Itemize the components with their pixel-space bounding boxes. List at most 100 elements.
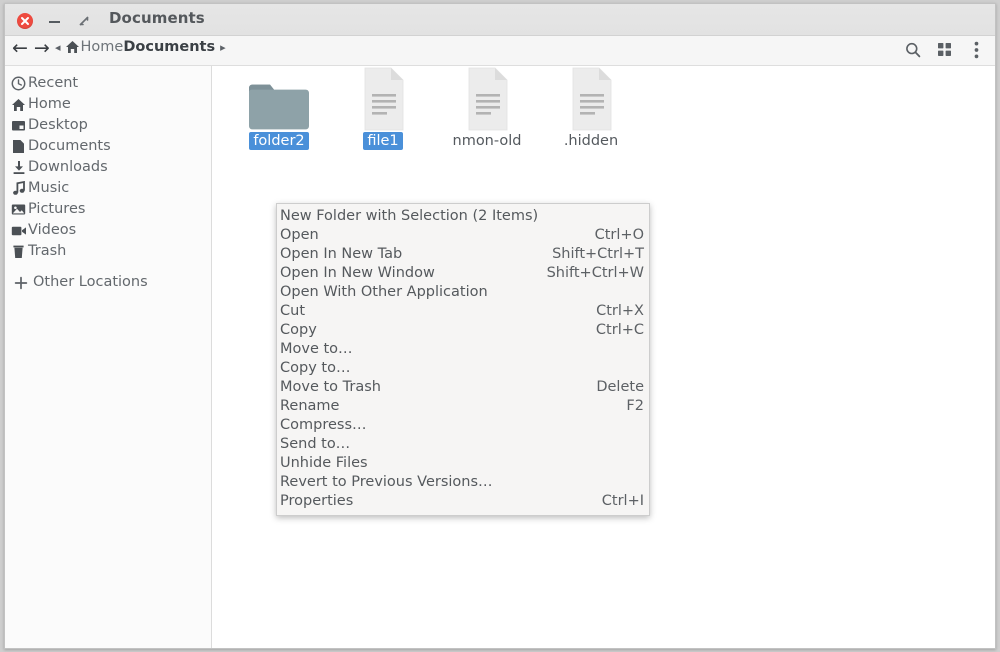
- toolbar: ← → ◂ Home Documents ▸: [5, 36, 995, 66]
- context-menu-item-copy-to[interactable]: Copy to…: [277, 359, 649, 378]
- file-grid[interactable]: folder2 file1 nmon-old .hidden New Folde…: [213, 66, 995, 648]
- file-label: .hidden: [563, 133, 619, 149]
- document-file-icon: [541, 67, 641, 132]
- folder-icon: [229, 76, 329, 132]
- home-icon[interactable]: [65, 40, 80, 54]
- file-item-folder2[interactable]: folder2: [229, 76, 329, 154]
- file-label: file1: [363, 132, 403, 150]
- menu-item-label: Move to Trash: [280, 379, 381, 396]
- breadcrumb-item-home[interactable]: Home: [81, 40, 124, 55]
- breadcrumb-left-chevron-icon[interactable]: ◂: [55, 42, 61, 53]
- menu-item-label: Unhide Files: [280, 455, 368, 472]
- context-menu[interactable]: New Folder with Selection (2 Items) Open…: [276, 203, 650, 516]
- sidebar-item-pictures[interactable]: Pictures: [5, 199, 211, 220]
- menu-item-label: Cut: [280, 303, 305, 320]
- document-file-icon: [333, 67, 433, 132]
- sidebar-item-music[interactable]: Music: [5, 178, 211, 199]
- sidebar-item-downloads[interactable]: Downloads: [5, 157, 211, 178]
- sidebar-item-label: Home: [28, 96, 71, 113]
- menu-item-accel: Shift+Ctrl+W: [546, 265, 644, 282]
- context-menu-item-unhide-files[interactable]: Unhide Files: [277, 454, 649, 473]
- context-menu-item-new-folder-with-selection[interactable]: New Folder with Selection (2 Items): [277, 207, 649, 226]
- menu-item-label: Move to…: [280, 341, 353, 358]
- sidebar-item-desktop[interactable]: Desktop: [5, 115, 211, 136]
- forward-icon[interactable]: →: [33, 39, 51, 58]
- sidebar-item-documents[interactable]: Documents: [5, 136, 211, 157]
- navigation-arrows: ← →: [11, 39, 51, 58]
- context-menu-item-rename[interactable]: Rename F2: [277, 397, 649, 416]
- menu-item-accel: Ctrl+X: [596, 303, 644, 320]
- file-manager-window: Documents ← → ◂ Home Documents ▸ Recent …: [4, 3, 996, 649]
- sidebar-item-label: Documents: [28, 138, 111, 155]
- desktop-icon: [10, 118, 27, 133]
- screen: Documents ← → ◂ Home Documents ▸ Recent …: [0, 0, 1000, 652]
- breadcrumb-right-chevron-icon[interactable]: ▸: [220, 42, 226, 53]
- content-area: Recent Home Desktop Documents Downloads …: [5, 66, 995, 648]
- context-menu-item-open-with-other-application[interactable]: Open With Other Application: [277, 283, 649, 302]
- sidebar-item-trash[interactable]: Trash: [5, 241, 211, 262]
- music-note-icon: [10, 181, 27, 196]
- sidebar-item-other-locations[interactable]: Other Locations: [5, 272, 211, 293]
- context-menu-item-open-in-new-window[interactable]: Open In New Window Shift+Ctrl+W: [277, 264, 649, 283]
- menu-item-accel: Ctrl+O: [594, 227, 644, 244]
- plus-icon: [12, 275, 29, 290]
- menu-item-label: Properties: [280, 493, 354, 510]
- context-menu-item-move-to-trash[interactable]: Move to Trash Delete: [277, 378, 649, 397]
- document-file-icon: [437, 67, 537, 132]
- maximize-icon[interactable]: [76, 13, 92, 29]
- toolbar-actions: [903, 40, 986, 59]
- context-menu-item-open[interactable]: Open Ctrl+O: [277, 226, 649, 245]
- file-label: nmon-old: [452, 133, 522, 149]
- sidebar-item-label: Music: [28, 180, 70, 197]
- menu-item-label: Open With Other Application: [280, 284, 488, 301]
- context-menu-item-cut[interactable]: Cut Ctrl+X: [277, 302, 649, 321]
- sidebar-item-label: Desktop: [28, 117, 88, 134]
- sidebar-item-label: Trash: [28, 243, 67, 260]
- sidebar-separator: [5, 262, 211, 272]
- breadcrumb-item-documents[interactable]: Documents: [123, 40, 215, 55]
- menu-item-label: Open In New Window: [280, 265, 435, 282]
- video-camera-icon: [10, 223, 27, 238]
- close-icon[interactable]: [17, 13, 33, 29]
- clock-icon: [10, 76, 27, 91]
- picture-icon: [10, 202, 27, 217]
- sidebar-item-videos[interactable]: Videos: [5, 220, 211, 241]
- trash-icon: [10, 244, 27, 259]
- home-icon: [10, 97, 27, 112]
- sidebar-item-recent[interactable]: Recent: [5, 73, 211, 94]
- title-bar: Documents: [5, 4, 995, 36]
- file-item-nmon-old[interactable]: nmon-old: [437, 67, 537, 154]
- sidebar-item-label: Videos: [28, 222, 77, 239]
- sidebar-item-home[interactable]: Home: [5, 94, 211, 115]
- sidebar-item-label: Other Locations: [33, 274, 148, 291]
- menu-item-label: Send to…: [280, 436, 351, 453]
- search-icon[interactable]: [903, 40, 922, 59]
- download-icon: [10, 160, 27, 175]
- back-icon[interactable]: ←: [11, 39, 29, 58]
- breadcrumb: ◂ Home Documents ▸: [55, 40, 226, 55]
- file-label: folder2: [249, 132, 309, 150]
- menu-item-label: New Folder with Selection (2 Items): [280, 208, 539, 225]
- menu-item-label: Compress…: [280, 417, 367, 434]
- menu-item-accel: Shift+Ctrl+T: [552, 246, 644, 263]
- context-menu-item-compress[interactable]: Compress…: [277, 416, 649, 435]
- file-item-hidden[interactable]: .hidden: [541, 67, 641, 154]
- file-item-file1[interactable]: file1: [333, 67, 433, 154]
- menu-icon[interactable]: [967, 40, 986, 59]
- menu-item-label: Copy: [280, 322, 317, 339]
- menu-item-accel: Delete: [596, 379, 644, 396]
- grid-view-icon[interactable]: [935, 40, 954, 59]
- context-menu-item-open-in-new-tab[interactable]: Open In New Tab Shift+Ctrl+T: [277, 245, 649, 264]
- context-menu-item-move-to[interactable]: Move to…: [277, 340, 649, 359]
- menu-item-label: Open In New Tab: [280, 246, 403, 263]
- context-menu-item-properties[interactable]: Properties Ctrl+I: [277, 492, 649, 511]
- menu-item-label: Open: [280, 227, 319, 244]
- menu-item-accel: Ctrl+I: [601, 493, 644, 510]
- sidebar-item-label: Recent: [28, 75, 79, 92]
- context-menu-item-copy[interactable]: Copy Ctrl+C: [277, 321, 649, 340]
- menu-item-label: Copy to…: [280, 360, 351, 377]
- menu-item-label: Revert to Previous Versions…: [280, 474, 493, 491]
- minimize-icon[interactable]: [47, 13, 63, 29]
- context-menu-item-send-to[interactable]: Send to…: [277, 435, 649, 454]
- context-menu-item-revert-to-previous-versions[interactable]: Revert to Previous Versions…: [277, 473, 649, 492]
